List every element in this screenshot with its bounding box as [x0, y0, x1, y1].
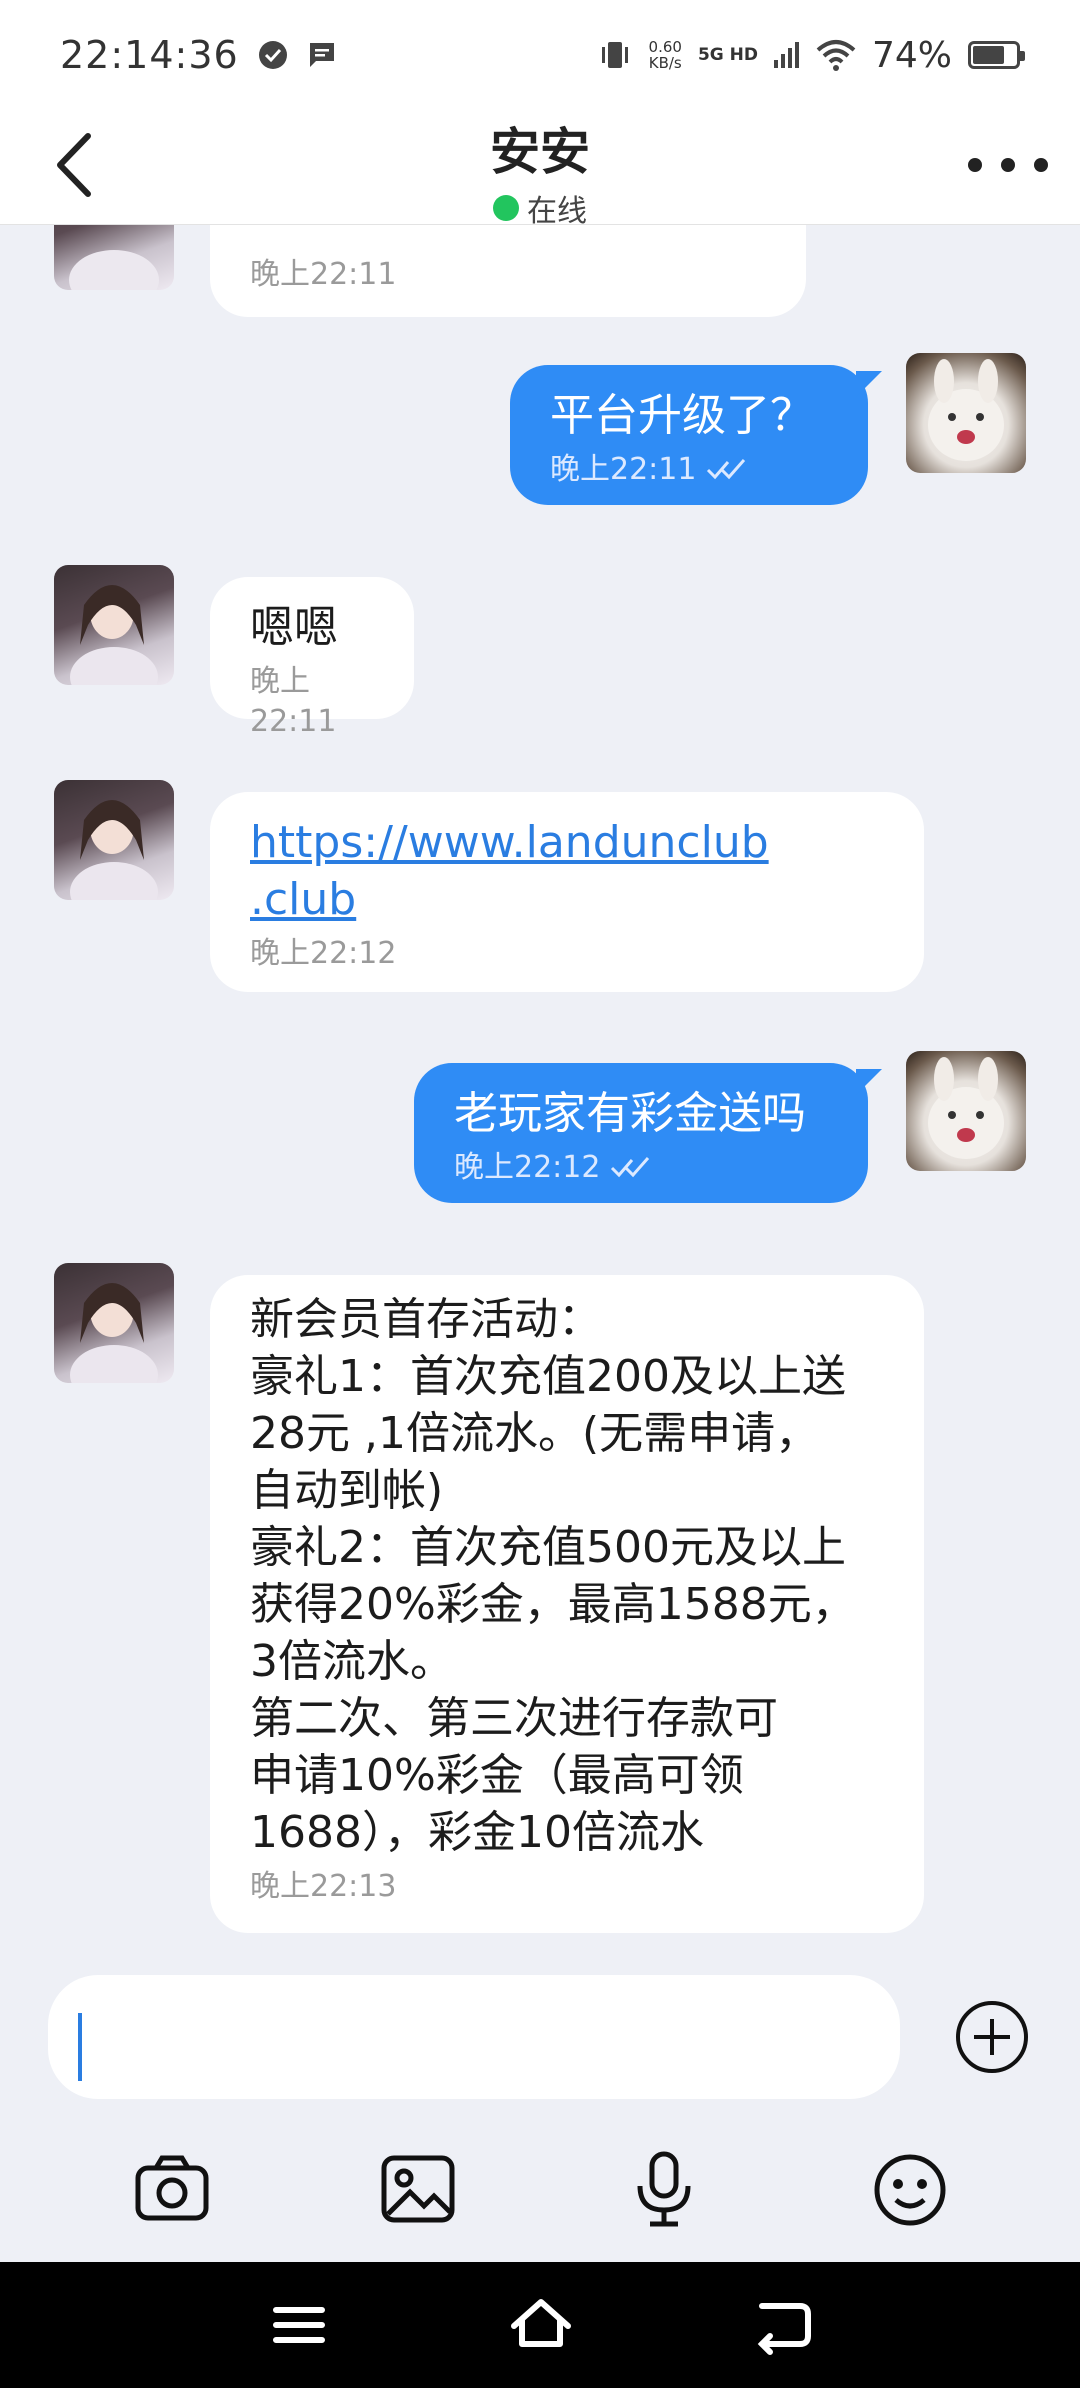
emoji-button[interactable]: [870, 2150, 950, 2230]
avatar-contact[interactable]: [54, 225, 174, 290]
message-time: 晚上22:11: [550, 452, 697, 487]
more-dots-icon: [968, 158, 982, 172]
wifi-icon: [816, 40, 856, 71]
nav-menu-button[interactable]: [264, 2292, 334, 2358]
composer-toolbar: [0, 2150, 1080, 2240]
message-text: 新会员首存活动： 豪礼1：首次充值200及以上送 28元 ,1倍流水。(无需申请…: [250, 1291, 884, 1861]
message-line: 获得20%彩金，最高1588元，: [250, 1579, 856, 1630]
message-line: 申请10%彩金（最高可领: [250, 1750, 744, 1801]
message-line: 第二次、第三次进行存款可: [250, 1693, 778, 1744]
network-label: 5G HD: [697, 45, 758, 65]
message-bubble-outgoing[interactable]: 平台升级了？ 晚上22:11: [510, 365, 882, 505]
message-time: 晚上22:12: [250, 936, 397, 971]
nav-back-button[interactable]: [748, 2292, 818, 2358]
contact-info: 安安 在线: [0, 110, 1080, 230]
message-link[interactable]: https://www.landunclub .club: [250, 814, 884, 928]
link-line[interactable]: .club: [250, 874, 356, 925]
message-line: 28元 ,1倍流水。(无需申请，: [250, 1408, 820, 1459]
back-arrow-icon: [757, 2303, 811, 2355]
voice-button[interactable]: [624, 2150, 704, 2230]
menu-icon: [273, 2307, 325, 2343]
emoji-icon: [874, 2154, 946, 2226]
double-check-icon: [707, 459, 746, 480]
message-bubble-incoming[interactable]: 新会员首存活动： 豪礼1：首次充值200及以上送 28元 ,1倍流水。(无需申请…: [210, 1275, 924, 1933]
message-text: 老玩家有彩金送吗: [454, 1088, 806, 1139]
battery-percent: 74%: [871, 34, 952, 76]
avatar-contact[interactable]: [54, 780, 174, 900]
message-bubble-incoming[interactable]: 嗯嗯 晚上22:11: [210, 577, 414, 739]
system-navigation-bar: [0, 2262, 1080, 2388]
message-line: 豪礼1：首次充值200及以上送: [250, 1351, 846, 1402]
message-bubble-incoming[interactable]: https://www.landunclub .club 晚上22:12: [210, 792, 924, 992]
chat-header: 安安 在线: [0, 110, 1080, 229]
presence-label: 在线: [527, 194, 587, 229]
home-icon: [511, 2299, 571, 2347]
message-time: 晚上22:13: [250, 1869, 397, 1904]
message-bubble-incoming[interactable]: 晚上22:11: [210, 225, 806, 317]
status-bar: 22:14:36 0.60 KB/s 5G HD 74%: [0, 0, 1080, 110]
composer: [0, 1955, 1080, 2265]
plus-circle-icon: [956, 2001, 1028, 2073]
online-dot-icon: [493, 195, 519, 221]
camera-button[interactable]: [132, 2150, 212, 2230]
more-dots-icon: [1001, 158, 1015, 172]
net-speed-unit: KB/s: [648, 54, 682, 72]
message-bubble-outgoing[interactable]: 老玩家有彩金送吗 晚上22:12: [414, 1063, 882, 1203]
message-time: 晚上22:11: [250, 664, 337, 739]
message-text: 嗯嗯: [250, 602, 338, 653]
avatar-self[interactable]: [906, 1051, 1026, 1171]
image-icon: [381, 2155, 455, 2223]
camera-icon: [135, 2155, 209, 2221]
presence-status: 在线: [493, 186, 587, 230]
net-speed: 0.60 KB/s: [649, 39, 682, 71]
message-line: 3倍流水。: [250, 1636, 454, 1687]
net-speed-value: 0.60: [648, 38, 682, 56]
message-line: 自动到帐): [250, 1465, 444, 1516]
battery-fill: [973, 46, 1004, 64]
avatar-contact[interactable]: [54, 1263, 174, 1383]
battery-icon: [968, 41, 1025, 69]
message-line: 1688），彩金10倍流水: [250, 1807, 704, 1858]
contact-name: 安安: [490, 123, 590, 181]
attach-plus-button[interactable]: [954, 1999, 1030, 2075]
message-time: 晚上22:11: [250, 257, 397, 292]
signal-icon: [773, 42, 799, 68]
avatar-contact[interactable]: [54, 565, 174, 685]
link-line[interactable]: https://www.landunclub: [250, 817, 769, 868]
double-check-icon: [611, 1157, 650, 1178]
message-text: 平台升级了？: [550, 390, 814, 441]
nav-home-button[interactable]: [506, 2292, 576, 2358]
message-notification-icon: [309, 43, 334, 67]
message-time: 晚上22:12: [454, 1150, 601, 1185]
microphone-icon: [637, 2151, 691, 2227]
check-badge-icon: [258, 41, 287, 69]
gallery-button[interactable]: [378, 2150, 458, 2230]
message-input[interactable]: [48, 1975, 900, 2099]
more-options-button[interactable]: [968, 145, 1048, 185]
more-dots-icon: [1034, 158, 1048, 172]
message-list[interactable]: 晚上22:11 平台升级了？ 晚上22:11 嗯嗯 晚上22:11 https:…: [0, 225, 1080, 1955]
status-time: 22:14:36: [60, 33, 239, 77]
message-line: 新会员首存活动：: [250, 1294, 602, 1345]
vibrate-icon: [601, 42, 628, 68]
message-line: 豪礼2：首次充值500元及以上: [250, 1522, 846, 1573]
avatar-self[interactable]: [906, 353, 1026, 473]
text-caret: [78, 2013, 82, 2081]
